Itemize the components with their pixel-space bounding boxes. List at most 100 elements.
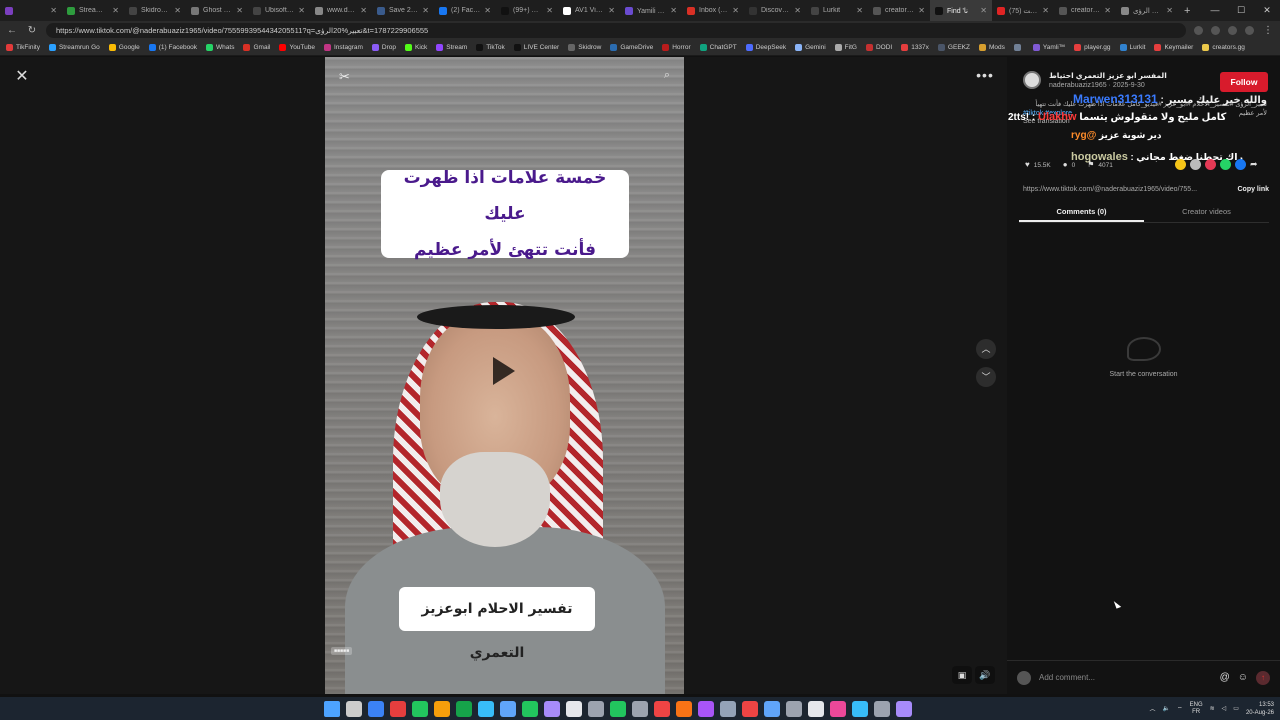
mention-icon[interactable]: @ <box>1220 672 1230 683</box>
start-menu-icon[interactable] <box>324 700 340 717</box>
chevron-up-icon[interactable]: ︿ <box>1149 704 1155 713</box>
bookmark-item[interactable]: DeepSeek <box>745 44 786 51</box>
taskbar-app-icon[interactable] <box>456 700 472 717</box>
taskbar-app-icon[interactable] <box>434 700 450 717</box>
browser-tab[interactable]: Discover Gi ✕ <box>744 0 806 21</box>
tab-creator-videos[interactable]: Creator videos <box>1144 205 1269 222</box>
tab-close-icon[interactable]: ✕ <box>980 6 987 15</box>
bookmark-item[interactable]: Google <box>108 44 140 51</box>
reload-icon[interactable]: ↻ <box>26 25 38 36</box>
bookmark-item[interactable]: Skidrow <box>568 44 601 51</box>
share-arrow-icon[interactable]: ➦ <box>1250 159 1261 170</box>
search-icon[interactable]: ⌕ <box>664 69 670 82</box>
taskbar-app-icon[interactable] <box>500 700 516 717</box>
tab-close-icon[interactable]: ✕ <box>112 6 119 15</box>
comment-input[interactable]: Add comment... <box>1039 669 1212 687</box>
bookmark-item[interactable]: Horror <box>662 44 691 51</box>
play-icon[interactable] <box>493 357 515 385</box>
taskbar-app-icon[interactable] <box>742 700 758 717</box>
tab-close-icon[interactable]: ✕ <box>174 6 181 15</box>
taskbar-app-icon[interactable] <box>368 700 384 717</box>
browser-tab[interactable]: Stream - Xi ✕ <box>62 0 124 21</box>
browser-tab[interactable]: (2) Facebook ✕ <box>434 0 496 21</box>
comment-stat[interactable]: ● 0 <box>1063 160 1075 169</box>
bookmark-item[interactable]: Stream <box>436 44 467 51</box>
friends-share-icon[interactable] <box>1190 159 1201 170</box>
menu-icon[interactable]: ⋮ <box>1262 25 1274 36</box>
bookmark-item[interactable]: 1337x <box>901 44 929 51</box>
browser-tab[interactable]: (99+) TikTok ✕ <box>496 0 558 21</box>
tab-close-icon[interactable]: ✕ <box>794 6 801 15</box>
taskbar-app-icon[interactable] <box>566 700 582 717</box>
bookmark-item[interactable] <box>1013 44 1024 51</box>
wifi-icon[interactable]: ≋ <box>1210 705 1215 712</box>
network-icon[interactable]: ⌔ <box>1177 705 1183 713</box>
bookmark-item[interactable]: GameDrive <box>610 44 653 51</box>
author-name[interactable]: المفسر ابو عزيز التعمري احتياط <box>1049 71 1167 80</box>
browser-tab[interactable]: Yamili محمد ✕ <box>620 0 682 21</box>
browser-tab[interactable]: Ubisoft Cre ✕ <box>248 0 310 21</box>
tab-close-icon[interactable]: ✕ <box>918 6 925 15</box>
bookmark-item[interactable]: Kick <box>405 44 427 51</box>
bookmark-item[interactable]: player.gg <box>1074 44 1111 51</box>
taskbar-app-icon[interactable] <box>676 700 692 717</box>
taskbar-app-icon[interactable] <box>544 700 560 717</box>
tab-close-icon[interactable]: ✕ <box>298 6 305 15</box>
bookmark-item[interactable]: Keymailer <box>1154 44 1193 51</box>
taskbar-app-icon[interactable] <box>698 700 714 717</box>
bookmark-item[interactable]: Gemini <box>795 44 826 51</box>
bookmark-item[interactable]: LIVE Center <box>513 44 559 51</box>
clock[interactable]: 13:53 20-Aug-26 <box>1246 701 1274 717</box>
browser-tab[interactable]: Lurkit ✕ <box>806 0 868 21</box>
bookmark-item[interactable]: Gmail <box>243 44 270 51</box>
tab-close-icon[interactable]: ✕ <box>732 6 739 15</box>
tab-close-icon[interactable]: ✕ <box>1042 6 1049 15</box>
taskbar-app-icon[interactable] <box>588 700 604 717</box>
more-options-icon[interactable]: ••• <box>973 68 997 85</box>
speaker-icon[interactable]: 🔈 <box>1163 705 1170 712</box>
whatsapp-icon[interactable] <box>1220 159 1231 170</box>
bookmark-item[interactable]: ChatGPT <box>699 44 737 51</box>
video-player[interactable]: ✂ ⌕ خمسة علامات اذا ظهرت عليك فأنت تتهئ … <box>325 57 684 694</box>
extension-icon[interactable] <box>1228 26 1237 35</box>
tab-close-icon[interactable]: ✕ <box>50 6 57 15</box>
author-row[interactable]: المفسر ابو عزيز التعمري احتياط naderabua… <box>1023 71 1167 89</box>
tab-comments[interactable]: Comments (0) <box>1019 205 1144 222</box>
like-stat[interactable]: ♥ 15.5K <box>1025 160 1051 169</box>
maximize-icon[interactable]: ☐ <box>1228 0 1254 21</box>
browser-tab[interactable]: (75) سالبونت ✕ <box>992 0 1054 21</box>
bookmark-item[interactable]: (1) Facebook <box>148 44 197 51</box>
tab-close-icon[interactable]: ✕ <box>236 6 243 15</box>
tab-close-icon[interactable]: ✕ <box>856 6 863 15</box>
embed-icon[interactable] <box>1175 159 1186 170</box>
bookmark-item[interactable]: TikFinity <box>6 44 40 51</box>
tab-close-icon[interactable]: ✕ <box>484 6 491 15</box>
taskbar-app-icon[interactable] <box>390 700 406 717</box>
bookmark-stat[interactable]: ⚑ 4071 <box>1087 160 1113 169</box>
bookmark-item[interactable]: Mods <box>978 44 1005 51</box>
bookmark-item[interactable]: Lurkit <box>1119 44 1145 51</box>
bookmark-item[interactable]: YouTube <box>279 44 315 51</box>
follow-button[interactable]: Follow <box>1220 72 1268 92</box>
taskbar-app-icon[interactable] <box>610 700 626 717</box>
browser-tab[interactable]: Ghost Bustr✕ <box>186 0 248 21</box>
next-video-icon[interactable]: ﹀ <box>976 367 996 387</box>
tab-close-icon[interactable]: ✕ <box>1104 6 1111 15</box>
facebook-icon[interactable] <box>1235 159 1246 170</box>
bookmark-item[interactable]: DODI <box>865 44 892 51</box>
browser-tab[interactable]: creators.gg ✕ <box>868 0 930 21</box>
bookmark-item[interactable]: Whats <box>206 44 234 51</box>
taskbar-app-icon[interactable] <box>764 700 780 717</box>
previous-video-icon[interactable]: ︿ <box>976 339 996 359</box>
bookmark-item[interactable]: Drop <box>371 44 396 51</box>
taskbar-app-icon[interactable] <box>852 700 868 717</box>
bookmark-item[interactable]: Streamrun Go <box>48 44 100 51</box>
bookmark-item[interactable]: GEEKZ <box>937 44 970 51</box>
taskbar-app-icon[interactable] <box>874 700 890 717</box>
picture-in-picture-icon[interactable]: ▣ <box>952 666 972 684</box>
browser-tab[interactable]: ✕ <box>0 0 62 21</box>
taskbar-app-icon[interactable] <box>720 700 736 717</box>
taskbar-app-icon[interactable] <box>830 700 846 717</box>
taskbar-app-icon[interactable] <box>896 700 912 717</box>
url-field[interactable]: https://www.tiktok.com/@naderabuaziz1965… <box>46 23 1186 38</box>
